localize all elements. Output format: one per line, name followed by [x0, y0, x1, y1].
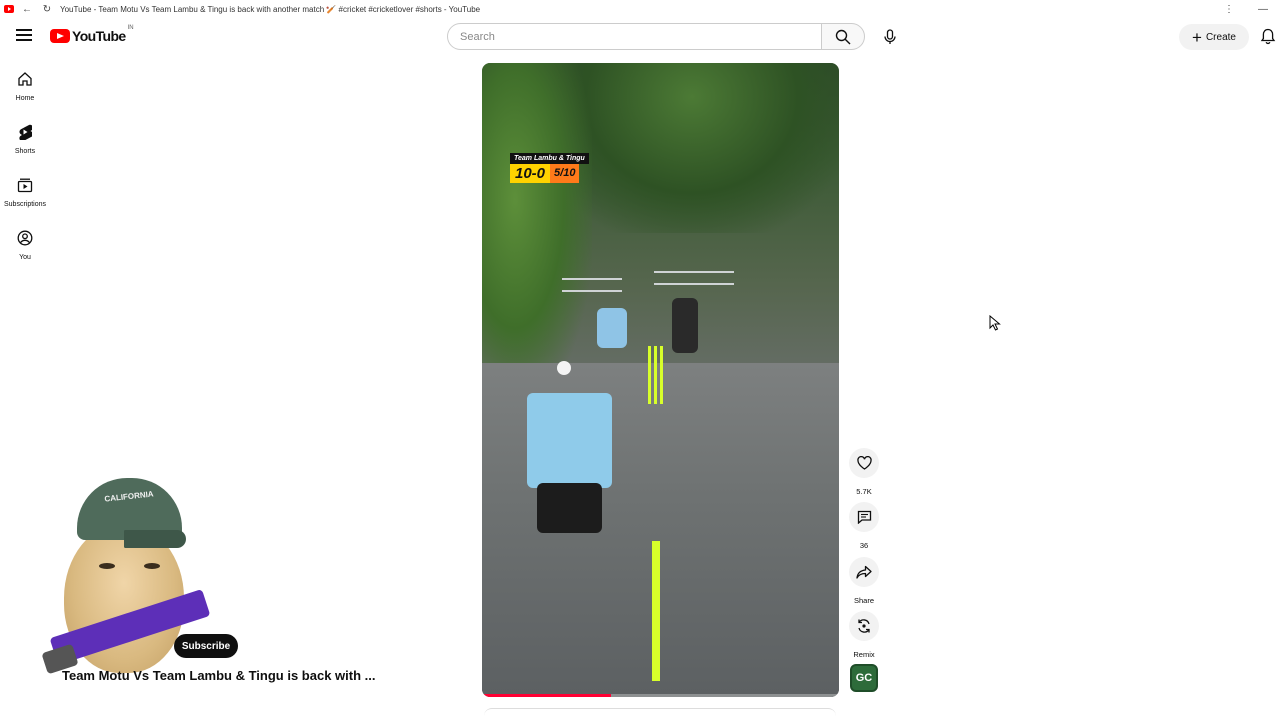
create-label: Create	[1205, 31, 1236, 43]
video-player-cap	[557, 361, 571, 375]
guide-label-subscriptions: Subscriptions	[3, 201, 47, 208]
like-count: 5.7K	[856, 487, 872, 496]
logo-wordmark: YouTube	[72, 28, 126, 44]
share-icon	[856, 565, 872, 579]
video-bowler	[527, 393, 612, 488]
video-progress-bar[interactable]	[482, 694, 839, 697]
back-arrow-icon[interactable]: ←	[20, 4, 34, 15]
video-stump	[648, 346, 651, 404]
menu-icon[interactable]	[16, 29, 32, 43]
score-team-name: Team Lambu & Tingu	[510, 153, 589, 164]
voice-search-button[interactable]	[875, 23, 905, 50]
guide-item-you[interactable]: You	[0, 230, 50, 261]
like-button[interactable]: 5.7K	[849, 448, 879, 496]
mascot-cap-brim	[124, 530, 186, 548]
shorts-video-player[interactable]: Team Lambu & Tingu 10-0 5/10	[482, 63, 839, 697]
youtube-logo[interactable]: YouTube IN	[50, 25, 134, 44]
video-stump	[654, 346, 657, 404]
reload-icon[interactable]: ↻	[40, 4, 54, 15]
browser-titlebar: ← ↻ YouTube - Team Motu Vs Team Lambu & …	[0, 0, 1280, 18]
search-input[interactable]: Search	[447, 23, 822, 50]
remix-label: Remix	[853, 650, 875, 659]
guide-item-home[interactable]: Home	[0, 71, 50, 102]
next-short-peek	[484, 708, 836, 716]
youtube-favicon-icon	[4, 5, 14, 13]
search-placeholder: Search	[460, 30, 495, 43]
comment-count: 36	[859, 541, 869, 550]
create-button[interactable]: + Create	[1179, 24, 1249, 50]
channel-initials: GC	[855, 672, 873, 684]
microphone-icon	[884, 28, 896, 44]
you-icon	[17, 230, 33, 246]
video-bench	[654, 271, 734, 285]
video-bowler-shorts	[537, 483, 602, 533]
minimize-icon[interactable]: —	[1246, 4, 1280, 15]
mascot-eye	[99, 563, 115, 569]
window-title: YouTube - Team Motu Vs Team Lambu & Ting…	[60, 4, 481, 14]
subscriptions-icon	[17, 178, 33, 193]
plus-icon: +	[1192, 27, 1202, 47]
like-circle	[849, 448, 879, 478]
score-runs: 10-0	[510, 164, 551, 183]
notifications-bell-icon[interactable]	[1260, 28, 1276, 50]
country-code: IN	[127, 25, 134, 31]
guide-label-home: Home	[15, 95, 35, 102]
scoreboard-overlay: Team Lambu & Tingu 10-0 5/10	[510, 153, 589, 183]
remix-icon	[858, 619, 870, 633]
mascot-eye	[144, 563, 160, 569]
video-stump-near	[652, 541, 660, 681]
comment-icon	[857, 510, 871, 524]
comments-button[interactable]: 36	[849, 502, 879, 550]
share-circle	[849, 557, 879, 587]
channel-avatar[interactable]: GC	[850, 664, 878, 692]
remix-circle	[849, 611, 879, 641]
share-button[interactable]: Share	[849, 557, 879, 605]
subscribe-button[interactable]: Subscribe	[174, 634, 238, 658]
shorts-icon	[19, 124, 34, 142]
score-overs: 5/10	[550, 164, 580, 183]
masthead: YouTube IN Search + Create	[0, 18, 1280, 58]
video-keeper	[672, 298, 698, 353]
video-progress-fill	[482, 694, 611, 697]
guide-item-shorts[interactable]: Shorts	[0, 124, 50, 155]
search-button[interactable]	[821, 23, 865, 50]
home-icon	[18, 72, 32, 86]
browser-menu-icon[interactable]: ⋮	[1212, 4, 1246, 15]
share-label: Share	[853, 596, 874, 605]
youtube-play-icon	[50, 29, 70, 43]
comments-circle	[849, 502, 879, 532]
video-bench	[562, 278, 622, 292]
search-icon	[835, 29, 851, 44]
remix-button[interactable]: Remix	[849, 611, 879, 659]
short-title[interactable]: Team Motu Vs Team Lambu & Tingu is back …	[62, 668, 376, 683]
guide-item-subscriptions[interactable]: Subscriptions	[0, 177, 50, 208]
video-stump	[660, 346, 663, 404]
mouse-cursor-icon	[989, 315, 1001, 331]
heart-icon	[856, 456, 872, 470]
subscribe-label: Subscribe	[181, 640, 231, 652]
guide-label-shorts: Shorts	[14, 148, 36, 155]
video-batsman	[597, 308, 627, 348]
guide-label-you: You	[19, 254, 31, 261]
video-foliage-left	[482, 63, 592, 403]
